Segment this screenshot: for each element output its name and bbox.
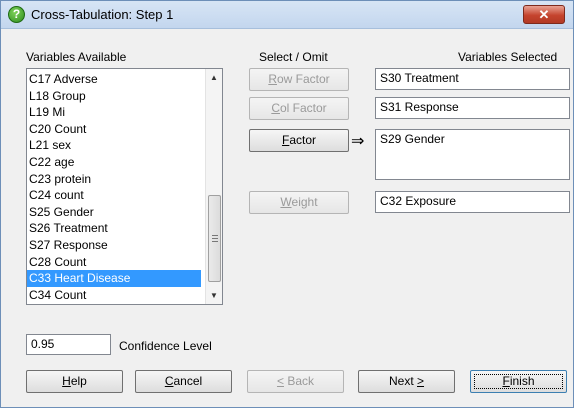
scroll-thumb[interactable] [208,195,221,282]
weight-button[interactable]: Weight [249,191,349,214]
factor-button[interactable]: Factor [249,129,349,152]
list-item[interactable]: C33 Heart Disease [27,270,201,287]
list-item[interactable]: S25 Gender [27,204,201,221]
back-button[interactable]: < Back [247,370,344,393]
arrow-right-icon: ⇒ [351,133,365,150]
factor-field[interactable]: S29 Gender [375,129,570,180]
scroll-down-icon[interactable]: ▼ [206,287,222,304]
list-item[interactable]: C22 age [27,154,201,171]
row-factor-button[interactable]: Row Factor [249,68,349,91]
next-button[interactable]: Next > [358,370,455,393]
dialog-window: ? Cross-Tabulation: Step 1 ✕ Variables A… [0,0,574,408]
list-item[interactable]: C20 Count [27,121,201,138]
list-item[interactable]: C34 Count [27,287,201,304]
finish-button[interactable]: Finish [470,370,567,393]
list-item[interactable]: L21 sex [27,137,201,154]
list-item[interactable]: S26 Treatment [27,220,201,237]
cancel-button[interactable]: Cancel [135,370,232,393]
help-button[interactable]: Help [26,370,123,393]
list-item[interactable]: C28 Count [27,254,201,271]
variables-selected-label: Variables Selected [458,50,558,64]
title-bar[interactable]: ? Cross-Tabulation: Step 1 ✕ [1,1,573,29]
list-item[interactable]: L18 Group [27,88,201,105]
list-item[interactable]: C24 count [27,187,201,204]
col-factor-button[interactable]: Col Factor [249,97,349,120]
vertical-scrollbar[interactable]: ▲ ▼ [205,69,222,304]
scroll-up-icon[interactable]: ▲ [206,69,222,86]
grip-line [212,241,218,242]
confidence-level-input[interactable]: 0.95 [26,334,111,355]
weight-field[interactable]: C32 Exposure [375,191,570,213]
list-item[interactable]: S27 Response [27,237,201,254]
list-item[interactable]: C17 Adverse [27,71,201,88]
focus-rect [474,374,563,389]
list-item[interactable]: C23 protein [27,171,201,188]
row-factor-field[interactable]: S30 Treatment [375,68,570,90]
window-title: Cross-Tabulation: Step 1 [31,7,174,22]
col-factor-field[interactable]: S31 Response [375,97,570,119]
select-omit-label: Select / Omit [259,50,328,64]
grip-line [212,238,218,239]
close-icon: ✕ [538,7,550,22]
list-item[interactable]: L19 Mi [27,104,201,121]
grip-line [212,235,218,236]
question-icon: ? [8,6,25,23]
confidence-level-label: Confidence Level [119,339,212,353]
close-button[interactable]: ✕ [523,5,565,24]
variables-list: C17 Adverse L18 Group L19 Mi C20 Count L21 s… [27,71,201,303]
variables-available-label: Variables Available [26,50,127,64]
variables-listbox[interactable]: C17 Adverse L18 Group L19 Mi C20 Count L21 s… [26,68,223,305]
